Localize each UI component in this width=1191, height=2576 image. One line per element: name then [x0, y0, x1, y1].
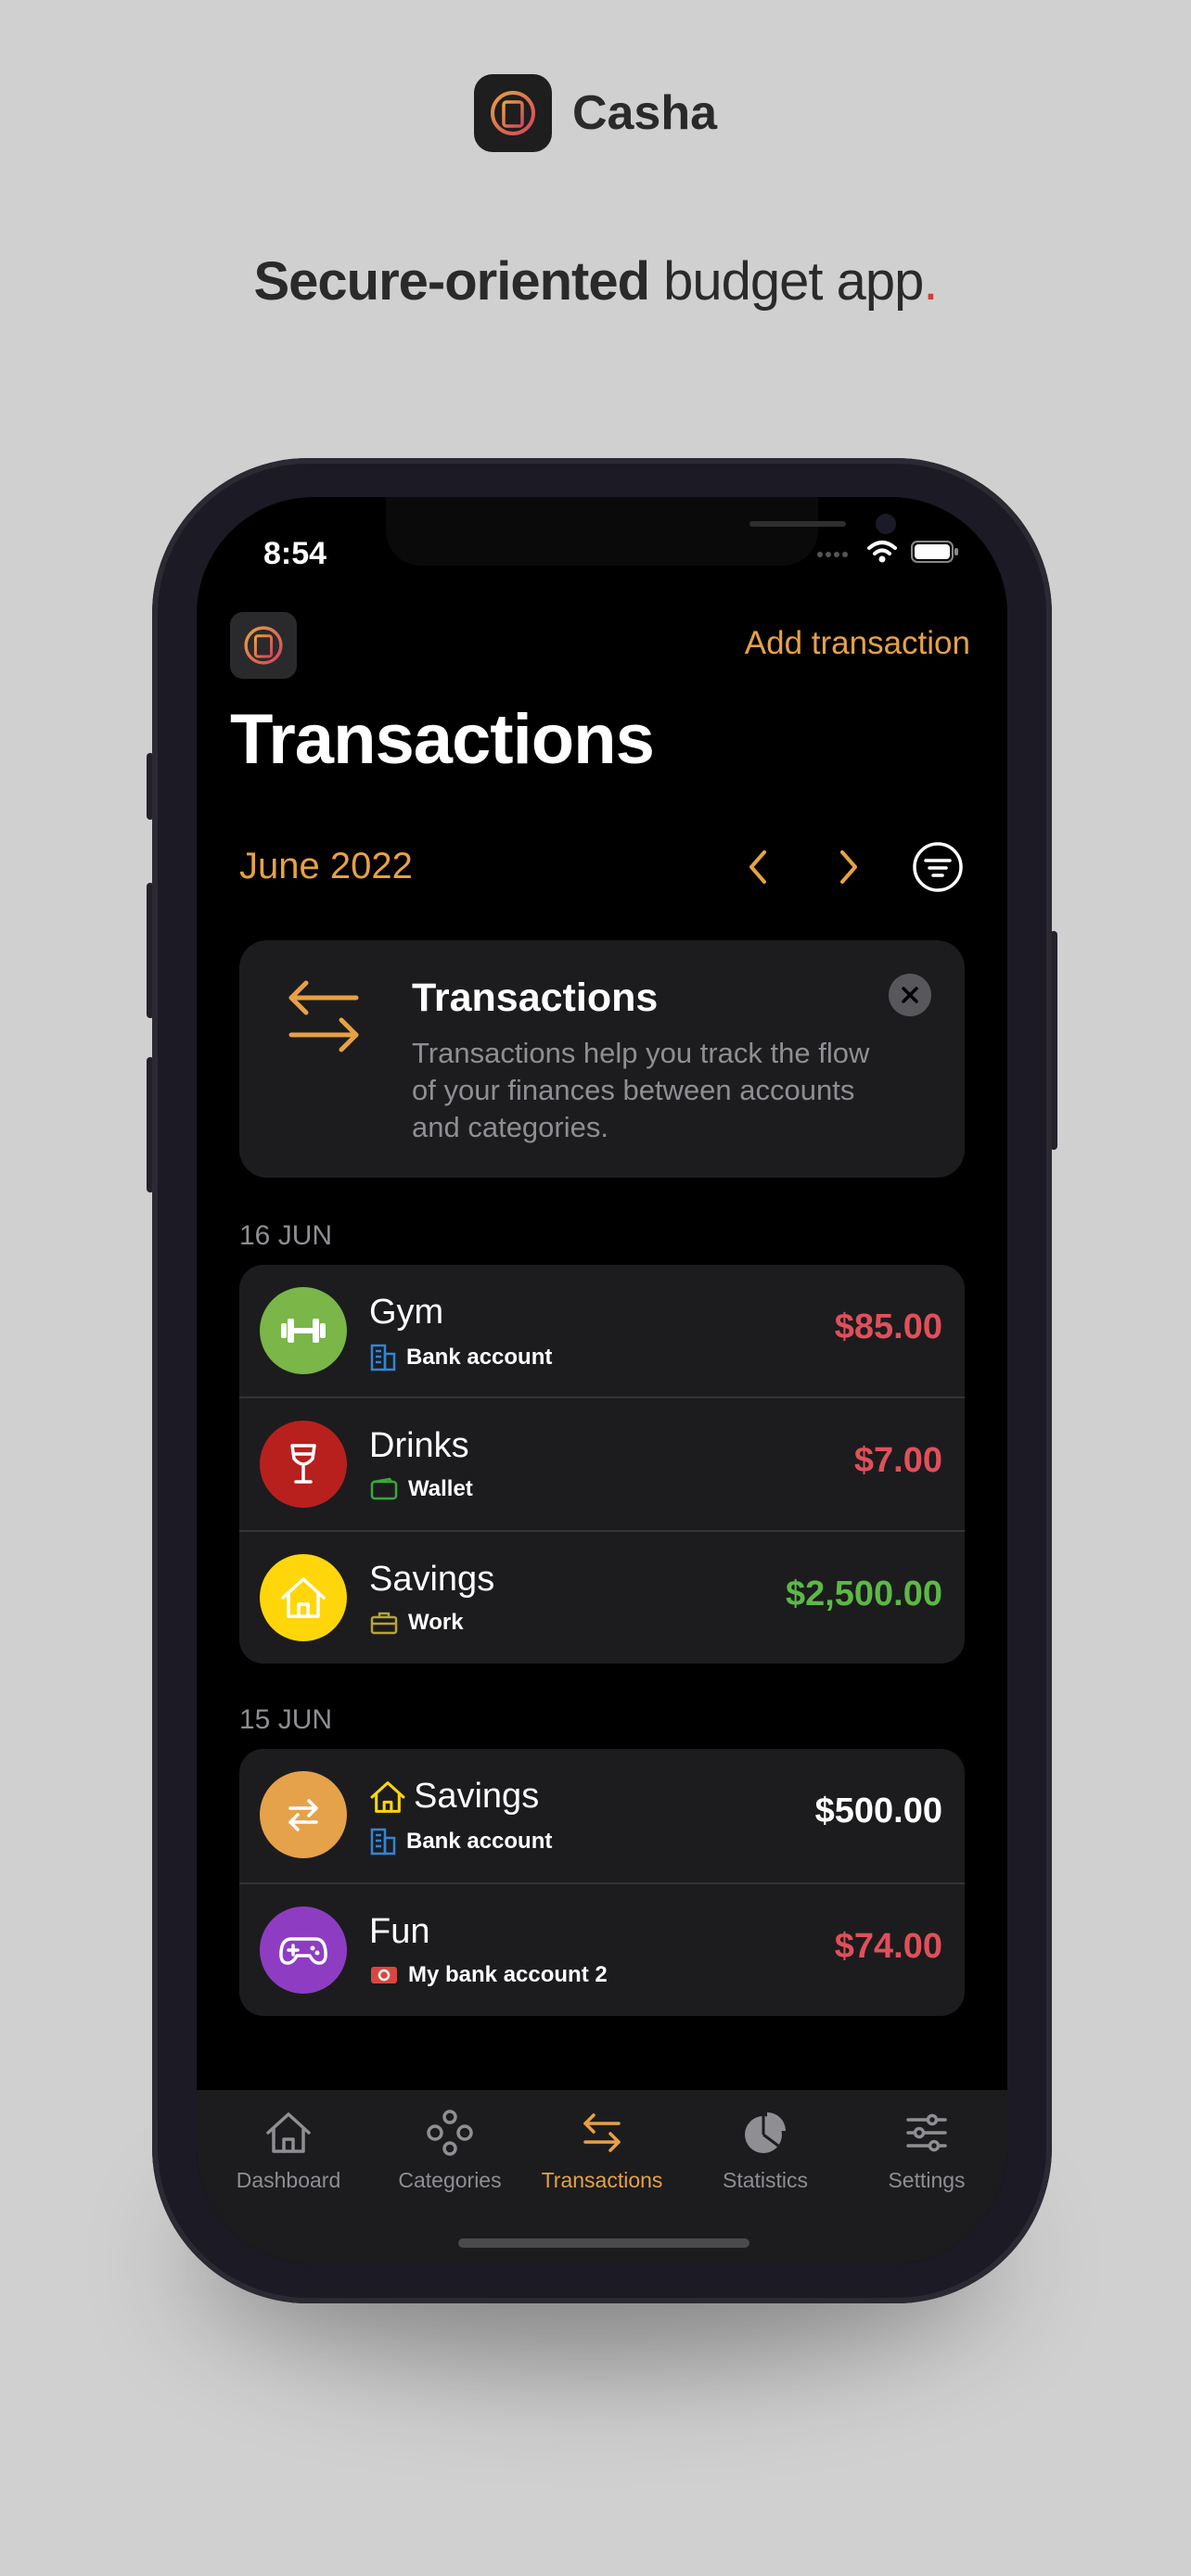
- transaction-amount: $500.00: [814, 1792, 942, 1830]
- transfer-arrows-icon: [260, 1771, 347, 1858]
- tab-label: Transactions: [541, 2168, 663, 2192]
- close-icon: [902, 987, 918, 1003]
- transaction-account-name: Bank account: [406, 1345, 553, 1370]
- transaction-row[interactable]: Gym Bank account $85.00: [239, 1265, 965, 1396]
- sliders-icon: [906, 2113, 947, 2152]
- transaction-account-name: Wallet: [408, 1476, 473, 1501]
- add-transaction-button[interactable]: Add transaction: [745, 625, 970, 662]
- section-date: 16 JUN: [239, 1220, 333, 1251]
- dumbbell-icon: [260, 1287, 347, 1374]
- transaction-row[interactable]: Savings Bank account $500.00: [239, 1749, 965, 1882]
- transaction-row[interactable]: Drinks Wallet $7.00: [239, 1396, 965, 1530]
- phone-screen: 8:54 Add transaction Transactions June 2…: [197, 497, 1007, 2264]
- signal-icon: [817, 552, 848, 557]
- transaction-account-name: My bank account 2: [408, 1962, 608, 1987]
- camera: [876, 514, 896, 534]
- transaction-amount: $7.00: [853, 1441, 942, 1480]
- month-selector[interactable]: June 2022: [239, 846, 413, 887]
- battery-icon: [911, 541, 958, 563]
- house-icon: [260, 1554, 347, 1641]
- info-card-text: Transactions help you track the flow of …: [412, 1037, 870, 1143]
- transaction-account: Bank account: [369, 1827, 552, 1856]
- wifi-icon: [867, 541, 897, 563]
- filter-icon: [913, 842, 963, 892]
- status-time: 8:54: [263, 536, 327, 571]
- tab-label: Dashboard: [236, 2168, 341, 2192]
- previous-month-button[interactable]: [735, 844, 781, 890]
- brand-header: Casha: [0, 74, 1191, 152]
- bank-building-icon: [370, 1828, 396, 1855]
- cash-note-icon: [371, 1967, 397, 1983]
- filter-button[interactable]: [911, 840, 965, 894]
- next-month-button[interactable]: [826, 844, 872, 890]
- tab-label: Settings: [888, 2168, 966, 2192]
- info-card: Transactions Transactions help you track…: [239, 940, 965, 1178]
- transaction-title: Savings: [369, 1560, 495, 1599]
- status-icons: [816, 540, 959, 564]
- tab-transactions[interactable]: Transactions: [521, 2109, 683, 2193]
- transaction-title: Fun: [369, 1912, 430, 1951]
- tab-categories[interactable]: Categories: [369, 2109, 531, 2193]
- notch: [386, 497, 896, 566]
- tagline-bold: Secure-oriented: [253, 251, 650, 312]
- tab-label: Statistics: [722, 2168, 809, 2192]
- tagline-dot: .: [923, 251, 938, 312]
- transaction-amount: $74.00: [834, 1927, 942, 1966]
- casha-logo-icon: [473, 74, 552, 152]
- casha-logo-icon: [244, 626, 283, 665]
- transaction-row[interactable]: Savings Work $2,500.00: [239, 1530, 965, 1664]
- transaction-account: My bank account 2: [369, 1962, 608, 1988]
- tagline-rest: budget app: [649, 251, 924, 312]
- transaction-group: Gym Bank account $85.00 Drinks Wallet $7…: [239, 1265, 965, 1664]
- info-card-title: Transactions: [412, 976, 659, 1020]
- pie-chart-icon: [745, 2112, 786, 2153]
- chevron-left-icon: [749, 850, 766, 884]
- app-logo-button[interactable]: [230, 612, 297, 679]
- categories-icon: [427, 2110, 473, 2156]
- transaction-row[interactable]: Fun My bank account 2 $74.00: [239, 1882, 965, 2016]
- brand-name: Casha: [571, 86, 718, 140]
- gamepad-icon: [260, 1906, 347, 1994]
- wallet-icon: [370, 1477, 398, 1500]
- tab-settings[interactable]: Settings: [846, 2109, 1007, 2193]
- page-title: Transactions: [230, 700, 655, 779]
- speaker: [749, 521, 846, 527]
- home-indicator[interactable]: [458, 2238, 749, 2248]
- transaction-account-name: Bank account: [406, 1829, 553, 1854]
- section-date: 15 JUN: [239, 1704, 333, 1735]
- transaction-account: Work: [369, 1610, 464, 1636]
- tab-dashboard[interactable]: Dashboard: [208, 2109, 369, 2193]
- briefcase-icon: [370, 1612, 398, 1635]
- transaction-title: Savings: [369, 1777, 539, 1817]
- transaction-group: Savings Bank account $500.00 Fun My bank…: [239, 1749, 965, 2016]
- info-card-close-button[interactable]: [889, 974, 931, 1016]
- tagline: Secure-oriented budget app.: [0, 250, 1191, 312]
- tab-bar: Dashboard Categories Transactions Statis…: [197, 2090, 1007, 2264]
- transaction-account-name: Work: [408, 1610, 464, 1635]
- transaction-account: Wallet: [369, 1476, 473, 1502]
- bank-building-icon: [370, 1344, 396, 1371]
- wine-glass-icon: [260, 1421, 347, 1508]
- transaction-account: Bank account: [369, 1343, 552, 1372]
- transaction-title: Gym: [369, 1293, 444, 1332]
- tab-statistics[interactable]: Statistics: [685, 2109, 846, 2193]
- transfer-arrows-icon: [583, 2113, 621, 2152]
- house-icon: [370, 1780, 405, 1813]
- transaction-amount: $2,500.00: [785, 1575, 942, 1613]
- house-icon: [266, 2112, 311, 2153]
- transaction-amount: $85.00: [834, 1307, 942, 1346]
- tab-label: Categories: [398, 2168, 502, 2192]
- transfer-arrows-icon: [282, 970, 365, 1067]
- transaction-title-text: Savings: [414, 1777, 540, 1816]
- chevron-right-icon: [840, 850, 857, 884]
- transaction-title: Drinks: [369, 1426, 469, 1465]
